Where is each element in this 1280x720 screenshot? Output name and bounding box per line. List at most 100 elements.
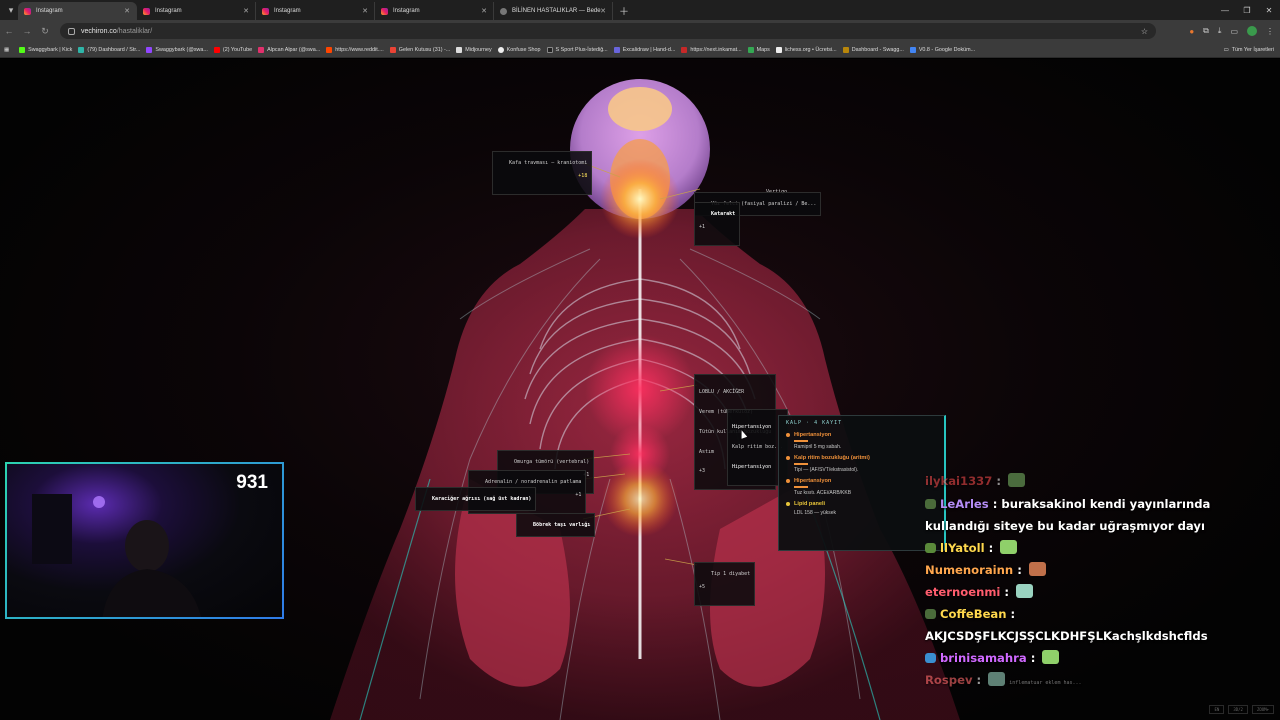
badge-icon [925, 653, 936, 663]
tab-close-icon[interactable]: ✕ [362, 7, 368, 15]
bookmark-item[interactable]: lichess.org • Ücretsi... [775, 46, 837, 53]
label-cataract[interactable]: Katarakt +1 [694, 202, 741, 246]
heart-records-popup[interactable]: KALP · 4 KAYIT Hipertansiyon Ramipril 5 … [778, 415, 946, 551]
tab-instagram-2[interactable]: Instagram ✕ [137, 2, 256, 20]
bookmark-item[interactable]: V0.8 - Google Doküm... [909, 46, 975, 53]
url-domain: vechiron.co [81, 27, 117, 35]
label-text: Karaciğer ağrısı (sağ üst kadran) [432, 495, 532, 502]
forward-icon[interactable]: → [18, 26, 36, 36]
tab-title: Instagram [393, 8, 420, 14]
chat-message: Rospev : inflematuar eklem has... [925, 672, 1082, 687]
cast-icon[interactable]: ▭ [1230, 27, 1238, 36]
chat-message: ilykai1337 : [925, 473, 1265, 487]
tab-instagram-4[interactable]: Instagram ✕ [375, 2, 494, 20]
close-window-icon[interactable]: ✕ [1258, 6, 1280, 15]
entry-desc: Tipi — (AF/SVT/ekstrasistol). [794, 467, 859, 473]
bookmark-item[interactable]: (79) Dashboard / Str... [78, 46, 140, 53]
bookmarks-bar: ▦ Swaggybark | Kick (79) Dashboard / Str… [0, 42, 1280, 58]
tab-title: Instagram [274, 8, 301, 14]
all-bookmarks-folder[interactable]: ▭ Tüm Yer İşaretleri [1223, 42, 1274, 57]
globe-icon [500, 7, 507, 15]
chat-username: llYatoll [940, 541, 985, 555]
menu-icon[interactable]: ⋮ [1266, 27, 1274, 36]
popup-entry[interactable]: Lipid paneli LDL 158 — yüksek [786, 501, 937, 516]
back-icon[interactable]: ← [0, 26, 18, 36]
minimize-icon[interactable]: — [1214, 6, 1236, 15]
bookmark-item[interactable]: Alpcan Alpar (@swa... [258, 46, 321, 53]
popup-title: KALP · 4 KAYIT [786, 420, 843, 426]
bookmark-item[interactable]: Excalidraw | Hand-d... [613, 46, 675, 53]
browser-toolbar: ← → ↻ vechiron.co/hastaliklar/ ☆ ● ⧉ ⤓ ▭… [0, 20, 1280, 42]
zoom-button[interactable]: ZOOM+ [1251, 705, 1274, 714]
chat-message: eternoenmi : [925, 581, 1265, 603]
bookmark-label: lichess.org • Ücretsi... [784, 46, 837, 53]
bookmark-item[interactable]: Swaggybark (@swa... [146, 46, 208, 53]
viewer-controls: EN 3D/2 ZOOM+ [1209, 705, 1274, 714]
status-dot-icon [786, 433, 790, 437]
tab-title: BİLİNEN HASTALIKLAR — Bede [512, 8, 601, 14]
address-bar[interactable]: vechiron.co/hastaliklar/ ☆ [60, 23, 1156, 39]
emote-icon [1008, 473, 1025, 487]
bookmark-label: Dashboard - Swagg... [851, 46, 904, 53]
label-kidney-stone[interactable]: Böbrek taşı varlığı [516, 513, 596, 537]
bookmark-item[interactable]: Maps [747, 46, 770, 53]
label-count: +5 [699, 583, 706, 590]
bookmark-item[interactable]: S Sport Plus-İstediğ... [546, 46, 608, 53]
tab-instagram-3[interactable]: Instagram ✕ [256, 2, 375, 20]
bookmark-label: Swaggybark | Kick [28, 46, 73, 53]
entry-name: Hipertansiyon [794, 478, 832, 484]
folder-icon: ▭ [1223, 47, 1229, 53]
tab-close-icon[interactable]: ✕ [600, 7, 606, 15]
popup-entry[interactable]: Hipertansiyon Ramipril 5 mg sabah. [786, 432, 937, 450]
bookmark-item[interactable]: https://www.reddit.... [326, 46, 384, 53]
apps-grid-icon[interactable]: ▦ [4, 47, 9, 53]
bookmark-item[interactable]: Konfuse Shop [497, 46, 541, 53]
emote-icon [1042, 650, 1060, 664]
badge-icon [925, 499, 936, 509]
bookmark-label: Midjourney [465, 46, 492, 53]
toolbar-actions: ● ⧉ ⤓ ▭ ⋮ [1189, 20, 1274, 42]
bookmark-label: Alpcan Alpar (@swa... [267, 46, 321, 53]
extensions-puzzle-icon[interactable]: ⧉ [1203, 26, 1209, 36]
reload-icon[interactable]: ↻ [36, 26, 54, 37]
chat-username: Numenorainn [925, 563, 1014, 577]
entry-desc: LDL 158 — yüksek [794, 510, 837, 516]
label-head-trauma[interactable]: Kafa travması — kraniotomi +18 [492, 151, 593, 195]
instagram-icon [143, 7, 150, 15]
tab-instagram-1[interactable]: Instagram ✕ [18, 2, 137, 20]
bookmark-item[interactable]: Gelen Kutusu (31) -... [389, 46, 450, 53]
popup-entry[interactable]: Hipertansiyon Tuz kısıtı. ACEi/ARB/KKB [786, 478, 937, 496]
view-mode-button[interactable]: 3D/2 [1228, 705, 1248, 714]
bookmark-item[interactable]: https://next.inkamat... [681, 46, 742, 53]
popup-entry[interactable]: Kalp ritim bozukluğu (aritmi) Tipi — (AF… [786, 455, 937, 473]
label-liver-pain[interactable]: Karaciğer ağrısı (sağ üst kadran) [415, 487, 537, 511]
tab-close-icon[interactable]: ✕ [481, 7, 487, 15]
tab-search-icon[interactable]: ▾ [4, 3, 18, 17]
label-diabetes[interactable]: Tip 1 diyabet +5 [694, 562, 756, 606]
extension-icon[interactable]: ● [1189, 27, 1194, 36]
bookmark-item[interactable]: (2) YouTube [213, 46, 252, 53]
chat-username: ilykai1337 [925, 474, 993, 488]
bookmark-label: https://www.reddit.... [335, 46, 384, 53]
downloads-icon[interactable]: ⤓ [1218, 26, 1222, 36]
viewer-count: 931 [236, 472, 268, 493]
tab-close-icon[interactable]: ✕ [124, 7, 130, 15]
profile-avatar[interactable] [1247, 26, 1257, 36]
bookmark-star-icon[interactable]: ☆ [1141, 27, 1148, 36]
badge-icon [925, 543, 936, 553]
chat-message: LeArles : buraksakinol kendi yayınlarınd… [925, 497, 1211, 533]
anatomy-viewer[interactable]: Kafa travması — kraniotomi +18 Vertigo Y… [0, 59, 1280, 720]
severity-bar [794, 440, 808, 442]
label-text: Tip 1 diyabet [711, 570, 751, 577]
tab-close-icon[interactable]: ✕ [243, 7, 249, 15]
site-info-icon[interactable] [68, 27, 75, 35]
bookmark-item[interactable]: Midjourney [456, 46, 492, 53]
chat-username: LeArles [940, 497, 989, 511]
maximize-icon[interactable]: ❐ [1236, 6, 1258, 15]
bookmark-item[interactable]: Dashboard - Swagg... [842, 46, 904, 53]
tab-hastaliklar[interactable]: BİLİNEN HASTALIKLAR — Bede ✕ [494, 2, 613, 20]
lang-button[interactable]: EN [1209, 705, 1225, 714]
bookmark-item[interactable]: Swaggybark | Kick [19, 46, 73, 53]
severity-bar [794, 463, 808, 465]
new-tab-button[interactable]: ＋ [619, 3, 629, 18]
